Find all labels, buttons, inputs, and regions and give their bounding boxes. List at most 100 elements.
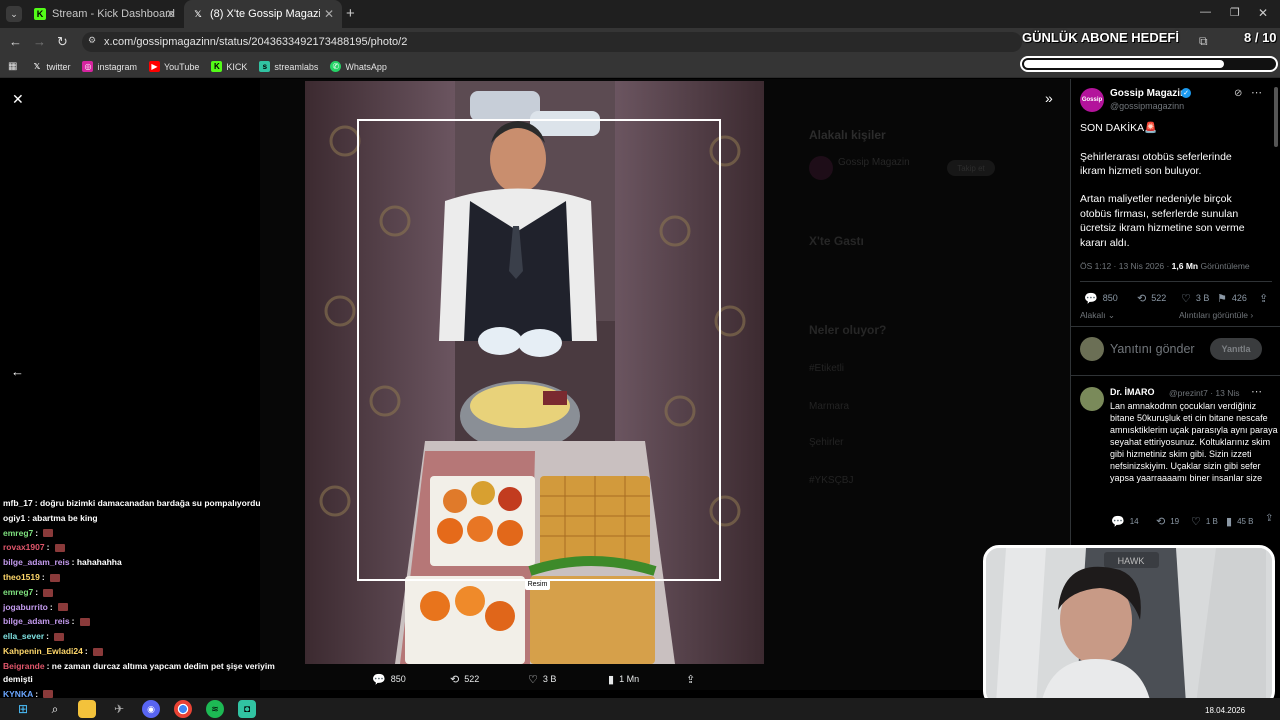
repost-icon: ⟲ <box>1156 515 1166 528</box>
chat-separator: : <box>49 601 56 612</box>
apps-icon[interactable]: ▦ <box>8 61 17 72</box>
more-options-icon[interactable]: ⋯ <box>1251 86 1262 99</box>
chat-username[interactable]: mfb_17 <box>3 498 33 508</box>
bookmark-label: twitter <box>46 61 71 72</box>
bookmark-kick[interactable]: K KICK <box>211 61 247 72</box>
chat-username[interactable]: bilge_adam_reis <box>3 616 70 626</box>
trend-item[interactable]: Marmara <box>809 401 849 412</box>
bookmark-button[interactable]: ⚑ 426 <box>1217 291 1247 305</box>
reply-text: Lan amnakodmn çocukları verdiğiniz bitan… <box>1110 401 1278 483</box>
reply-repost-button[interactable]: ⟲ 19 <box>1156 514 1179 528</box>
chat-username[interactable]: emreg7 <box>3 528 33 538</box>
trend-item[interactable]: #Etiketli <box>809 363 844 374</box>
restore-icon[interactable]: ❐ <box>1230 6 1240 19</box>
chat-username[interactable]: bilge_adam_reis <box>3 557 70 567</box>
new-tab-button[interactable]: + <box>346 5 355 22</box>
x-icon: 𝕏 <box>194 8 202 19</box>
chat-username[interactable]: ogiy1 <box>3 513 25 523</box>
bookmark-youtube[interactable]: ▶ YouTube <box>148 61 199 72</box>
view-quotes-link[interactable]: Alıntıları görüntüle › <box>1179 310 1253 320</box>
photo-share-button[interactable]: ⇪ <box>686 672 700 686</box>
related-follow-button[interactable]: Takip et <box>947 160 995 176</box>
chrome-icon[interactable] <box>174 700 192 718</box>
file-explorer-icon[interactable] <box>78 700 96 718</box>
reply-views-button[interactable]: ▮ 45 B <box>1226 514 1254 528</box>
reply-input[interactable]: Yanıtını gönder <box>1110 342 1195 356</box>
streamlabs-icon[interactable]: ◘ <box>238 700 256 718</box>
photo-like-button[interactable]: ♡ 3 B <box>528 672 556 686</box>
minimize-icon[interactable]: — <box>1200 6 1211 18</box>
grok-icon[interactable]: ⊘ <box>1234 88 1242 99</box>
like-count: 3 B <box>1195 293 1210 303</box>
repost-icon: ⟲ <box>1137 292 1147 305</box>
bookmark-whatsapp[interactable]: ✆ WhatsApp <box>330 61 387 72</box>
chat-username[interactable]: rovax1907 <box>3 542 45 552</box>
chat-emote-icon <box>43 529 54 538</box>
share-button[interactable]: ⇪ <box>1259 291 1273 305</box>
reply-more-icon[interactable]: ⋯ <box>1251 385 1262 398</box>
url-field[interactable]: ⚙ x.com/gossipmagazinn/status/2043633492… <box>82 32 1022 52</box>
close-icon[interactable]: ✕ <box>12 91 24 108</box>
spotify-icon[interactable]: ≋ <box>206 700 224 718</box>
bookmark-icon: ⚑ <box>1217 292 1227 305</box>
reply-submit-button[interactable]: Yanıtla <box>1210 338 1262 360</box>
bookmark-streamlabs[interactable]: s streamlabs <box>259 61 318 72</box>
discord-icon[interactable]: ◉ <box>142 700 160 718</box>
site-info-icon[interactable]: ⚙ <box>88 35 96 46</box>
app-icon[interactable]: ✈ <box>110 700 128 718</box>
photo-views-button[interactable]: ▮ 1 Mn <box>608 672 639 686</box>
related-dropdown[interactable]: Alakalı ⌄ <box>1080 310 1115 321</box>
chat-message: Beigrande: ne zaman durcaz altıma yapcam… <box>3 661 275 671</box>
like-button[interactable]: ♡ 3 B <box>1181 291 1209 305</box>
windows-start-icon[interactable]: ⊞ <box>14 700 32 718</box>
collapse-panel-icon[interactable]: » <box>1045 90 1053 106</box>
chat-message: emreg7: <box>3 587 54 597</box>
forward-icon[interactable]: → <box>33 34 46 49</box>
chat-message: demişti <box>3 674 33 684</box>
reply-reply-button[interactable]: 💬 14 <box>1111 514 1139 528</box>
photo-reply-button[interactable]: 💬 850 <box>372 672 406 686</box>
chat-message: bilge_adam_reis: hahahahha <box>3 557 122 567</box>
back-icon[interactable]: ← <box>9 34 22 49</box>
reply-like-button[interactable]: ♡ 1 B <box>1191 514 1218 528</box>
tab-x-gossip[interactable]: 𝕏 (8) X'te Gossip Magazin: "SON D ✕ <box>184 0 342 28</box>
photo-repost-button[interactable]: ⟲ 522 <box>450 672 479 686</box>
repost-count: 522 <box>464 674 480 684</box>
chat-username[interactable]: ella_sever <box>3 631 44 641</box>
chat-username[interactable]: Kahpenin_Ewladi24 <box>3 646 83 656</box>
like-count: 3 B <box>542 674 557 684</box>
instagram-icon: ◎ <box>82 61 94 72</box>
chat-text: hahahahha <box>76 557 122 568</box>
chat-separator: : <box>41 572 48 582</box>
chat-message: bilge_adam_reis: <box>3 616 90 626</box>
trend-item[interactable]: Şehirler <box>809 437 843 448</box>
bookmark-twitter[interactable]: 𝕏twitter <box>31 61 71 72</box>
reply-button[interactable]: 💬 850 <box>1084 291 1118 305</box>
author-name[interactable]: Gossip Magazin <box>1110 88 1186 99</box>
repost-button[interactable]: ⟲ 522 <box>1137 291 1166 305</box>
reply-icon: 💬 <box>372 673 386 686</box>
tab-search-button[interactable]: ⌄ <box>6 6 22 22</box>
chat-username[interactable]: emreg7 <box>3 587 33 597</box>
close-window-icon[interactable]: ✕ <box>1258 6 1268 20</box>
chat-username[interactable]: theo1519 <box>3 572 40 582</box>
close-tab-icon[interactable]: ✕ <box>166 7 176 21</box>
bookmark-instagram[interactable]: ◎ instagram <box>82 61 137 72</box>
views-icon: ▮ <box>1226 515 1233 528</box>
tab-kick-dashboard[interactable]: K Stream - Kick Dashboard ✕ <box>26 0 184 28</box>
reload-icon[interactable]: ↻ <box>57 34 68 50</box>
search-icon[interactable]: ⌕ <box>46 700 64 718</box>
previous-photo-icon[interactable]: ← <box>11 364 24 379</box>
reply-author[interactable]: Dr. İMARO <box>1110 387 1155 397</box>
reply-share-icon[interactable]: ⇪ <box>1265 513 1273 524</box>
scrollbar[interactable] <box>1274 87 1278 147</box>
author-avatar[interactable]: Gossip <box>1080 88 1104 112</box>
extensions-icon[interactable]: ⧉ <box>1199 34 1208 49</box>
chat-username[interactable]: jogaburrito <box>3 602 48 612</box>
chat-username[interactable]: Beigrande <box>3 661 45 671</box>
repost-count: 19 <box>1170 516 1180 526</box>
close-tab-icon[interactable]: ✕ <box>324 7 334 21</box>
trend-item[interactable]: #YKSÇBJ <box>809 475 853 486</box>
chat-emote-icon <box>50 573 61 582</box>
reply-avatar[interactable] <box>1080 387 1104 411</box>
